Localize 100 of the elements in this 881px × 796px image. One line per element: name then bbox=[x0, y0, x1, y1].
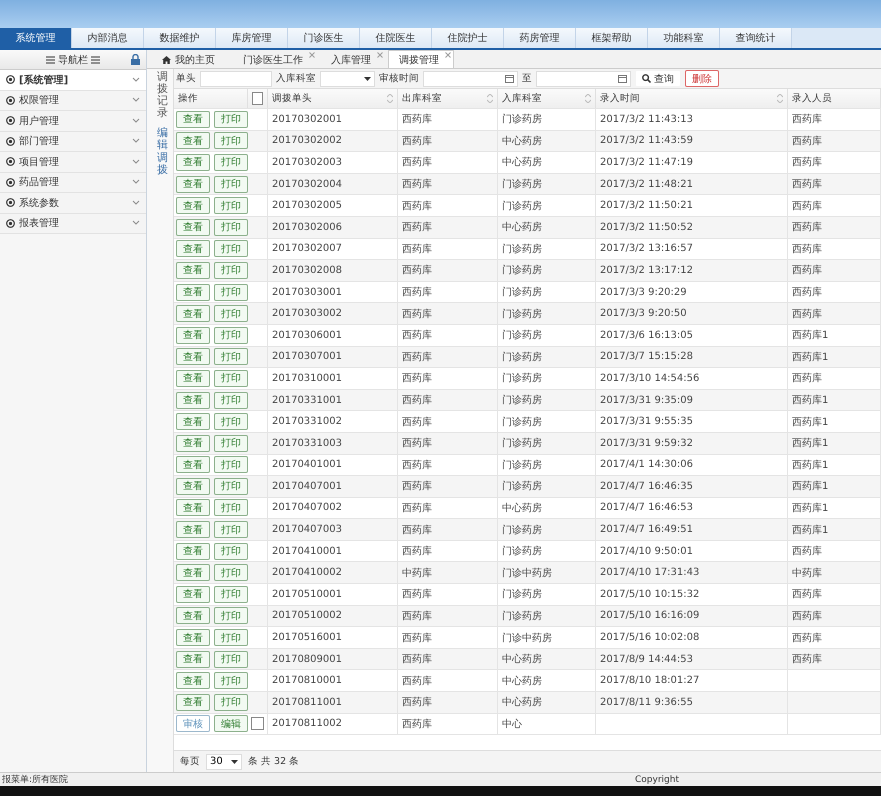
print-button[interactable]: 打印 bbox=[214, 499, 248, 516]
column-header[interactable]: 录入时间 bbox=[600, 92, 640, 105]
print-button[interactable]: 打印 bbox=[214, 521, 248, 538]
print-button[interactable]: 打印 bbox=[214, 672, 248, 690]
print-button[interactable]: 打印 bbox=[214, 456, 248, 474]
menu-tab[interactable]: 内部消息 bbox=[72, 28, 144, 48]
table-cell-text: 西药库 bbox=[402, 436, 432, 450]
view-button[interactable]: 查看 bbox=[176, 650, 210, 668]
view-button[interactable]: 查看 bbox=[176, 564, 210, 582]
print-button[interactable]: 打印 bbox=[214, 110, 248, 128]
print-button[interactable]: 打印 bbox=[214, 370, 248, 387]
column-header[interactable]: 调拨单头 bbox=[272, 92, 312, 105]
view-button[interactable]: 查看 bbox=[176, 176, 210, 193]
edit-button[interactable]: 编辑 bbox=[214, 715, 248, 732]
print-button[interactable]: 打印 bbox=[214, 197, 248, 214]
view-button[interactable]: 查看 bbox=[176, 607, 210, 624]
print-button[interactable]: 打印 bbox=[214, 607, 248, 624]
menu-tab[interactable]: 门诊医生 bbox=[288, 28, 360, 48]
page-tab[interactable]: 门诊医生工作 bbox=[232, 50, 318, 68]
close-icon[interactable] bbox=[377, 52, 383, 58]
view-button[interactable]: 查看 bbox=[176, 284, 210, 301]
print-button[interactable]: 打印 bbox=[214, 694, 248, 711]
view-button[interactable]: 查看 bbox=[176, 326, 210, 344]
close-icon[interactable] bbox=[309, 52, 315, 58]
print-button[interactable]: 打印 bbox=[214, 413, 248, 430]
view-button[interactable]: 查看 bbox=[176, 694, 210, 711]
menu-tab[interactable]: 数据维护 bbox=[144, 28, 216, 48]
view-button[interactable]: 查看 bbox=[176, 542, 210, 560]
checkbox[interactable] bbox=[251, 717, 264, 730]
print-button[interactable]: 打印 bbox=[214, 564, 248, 582]
view-button[interactable]: 查看 bbox=[176, 521, 210, 538]
checkbox[interactable] bbox=[252, 92, 263, 105]
view-button[interactable]: 查看 bbox=[176, 348, 210, 366]
sidebar-item[interactable]: 部门管理 bbox=[0, 132, 146, 152]
date-field[interactable] bbox=[423, 70, 518, 86]
column-header[interactable]: 入库科室 bbox=[502, 92, 542, 105]
view-button[interactable]: 查看 bbox=[176, 132, 210, 150]
menu-tab[interactable]: 功能科室 bbox=[648, 28, 720, 48]
close-icon[interactable] bbox=[445, 52, 451, 58]
view-button[interactable]: 查看 bbox=[176, 434, 210, 452]
column-header[interactable]: 录入人员 bbox=[792, 92, 832, 105]
print-button[interactable]: 打印 bbox=[214, 434, 248, 452]
view-button[interactable]: 查看 bbox=[176, 262, 210, 279]
view-button[interactable]: 查看 bbox=[176, 499, 210, 516]
print-button[interactable]: 打印 bbox=[214, 132, 248, 150]
menu-tab[interactable]: 住院护士 bbox=[432, 28, 504, 48]
view-button[interactable]: 查看 bbox=[176, 629, 210, 646]
delete-button[interactable]: 删除 bbox=[685, 70, 719, 87]
table-cell: 2017/3/2 11:50:21 bbox=[600, 200, 694, 212]
view-button[interactable]: 查看 bbox=[176, 478, 210, 495]
menu-tab[interactable]: 药房管理 bbox=[504, 28, 576, 48]
view-button[interactable]: 查看 bbox=[176, 305, 210, 322]
print-button[interactable]: 打印 bbox=[214, 176, 248, 193]
view-button[interactable]: 查看 bbox=[176, 586, 210, 603]
date-field[interactable] bbox=[536, 70, 631, 86]
sidebar-item[interactable]: 权限管理 bbox=[0, 90, 146, 111]
print-button[interactable]: 打印 bbox=[214, 348, 248, 366]
lock-icon[interactable] bbox=[131, 54, 140, 65]
print-button[interactable]: 打印 bbox=[214, 305, 248, 322]
view-button[interactable]: 查看 bbox=[176, 392, 210, 409]
column-header[interactable]: 出库科室 bbox=[402, 92, 442, 105]
view-button[interactable]: 查看 bbox=[176, 110, 210, 128]
view-button[interactable]: 查看 bbox=[176, 413, 210, 430]
search-button[interactable]: 查询 bbox=[635, 70, 681, 87]
print-button[interactable]: 打印 bbox=[214, 284, 248, 301]
view-button[interactable]: 查看 bbox=[176, 672, 210, 690]
print-button[interactable]: 打印 bbox=[214, 218, 248, 236]
page-tab[interactable]: 我的主页 bbox=[151, 50, 230, 68]
print-button[interactable]: 打印 bbox=[214, 629, 248, 646]
input-field[interactable] bbox=[200, 70, 272, 86]
menu-tab[interactable]: 框架帮助 bbox=[576, 28, 648, 48]
vertical-tab[interactable]: 编辑调拨 bbox=[157, 127, 168, 176]
view-button[interactable]: 查看 bbox=[176, 154, 210, 171]
vertical-tab[interactable]: 调拨记录 bbox=[157, 71, 168, 120]
page-size-select[interactable]: 30 bbox=[206, 754, 242, 770]
print-button[interactable]: 打印 bbox=[214, 542, 248, 560]
select-field[interactable] bbox=[320, 70, 375, 86]
print-button[interactable]: 打印 bbox=[214, 240, 248, 258]
sidebar-item[interactable]: [系统管理] bbox=[0, 70, 146, 90]
print-button[interactable]: 打印 bbox=[214, 262, 248, 279]
view-button[interactable]: 查看 bbox=[176, 218, 210, 236]
print-button[interactable]: 打印 bbox=[214, 650, 248, 668]
view-button[interactable]: 查看 bbox=[176, 370, 210, 387]
menu-tab[interactable]: 住院医生 bbox=[360, 28, 432, 48]
print-button[interactable]: 打印 bbox=[214, 392, 248, 409]
view-button[interactable]: 查看 bbox=[176, 240, 210, 258]
page-tab[interactable]: 调拨管理 bbox=[388, 50, 454, 68]
page-tab[interactable]: 入库管理 bbox=[320, 50, 386, 68]
print-button[interactable]: 打印 bbox=[214, 586, 248, 603]
print-button[interactable]: 打印 bbox=[214, 154, 248, 171]
view-button[interactable]: 查看 bbox=[176, 456, 210, 474]
menu-tab[interactable]: 系统管理 bbox=[0, 28, 72, 48]
view-button[interactable]: 查看 bbox=[176, 197, 210, 214]
menu-tab[interactable]: 库房管理 bbox=[216, 28, 288, 48]
menu-tab[interactable]: 查询统计 bbox=[720, 28, 792, 48]
print-button[interactable]: 打印 bbox=[214, 478, 248, 495]
sidebar-item[interactable]: 报表管理 bbox=[0, 214, 146, 234]
sidebar-item[interactable]: 药品管理 bbox=[0, 172, 146, 193]
review-button[interactable]: 审核 bbox=[176, 715, 210, 732]
print-button[interactable]: 打印 bbox=[214, 326, 248, 344]
